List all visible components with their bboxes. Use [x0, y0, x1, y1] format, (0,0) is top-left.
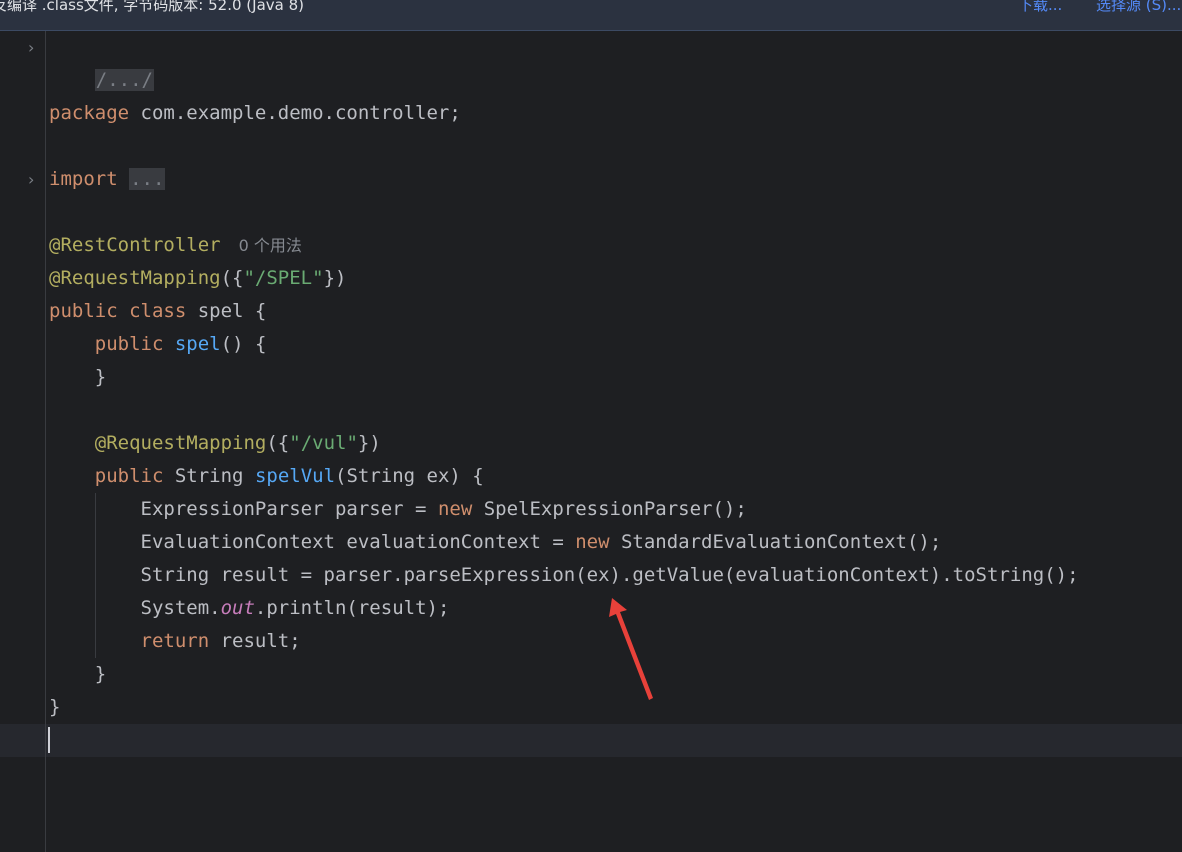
red-arrow-annotation [609, 598, 653, 700]
